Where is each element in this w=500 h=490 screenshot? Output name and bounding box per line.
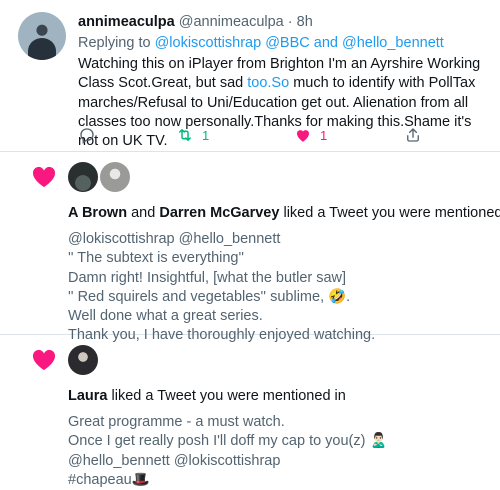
like-button[interactable]: 1 bbox=[294, 126, 327, 144]
like-icon bbox=[294, 126, 312, 144]
notification-action: liked a Tweet you were mentioned in bbox=[283, 205, 500, 221]
avatar[interactable] bbox=[68, 345, 98, 375]
retweet-count: 1 bbox=[202, 127, 210, 143]
mention-link[interactable]: @lokiscottishrap bbox=[155, 35, 262, 51]
like-count: 1 bbox=[320, 127, 328, 143]
notification-summary: Laura liked a Tweet you were mentioned i… bbox=[68, 388, 346, 404]
tweet-time[interactable]: 8h bbox=[297, 14, 313, 30]
heart-icon bbox=[32, 166, 56, 187]
mention-link[interactable]: @hello_bennett bbox=[342, 35, 444, 51]
text-line: Once I get really posh I'll doff my cap … bbox=[68, 433, 388, 450]
reply-icon bbox=[78, 126, 96, 144]
tweet-inline-link[interactable]: too.So bbox=[247, 75, 289, 91]
user-name[interactable]: Laura bbox=[68, 388, 108, 404]
tweet-header: annimeaculpa @annimeaculpa · 8h bbox=[78, 14, 313, 30]
author-name[interactable]: annimeaculpa bbox=[78, 14, 175, 30]
retweet-icon bbox=[176, 126, 194, 144]
text-line: '' The subtext is everything'' bbox=[68, 250, 245, 267]
text-line: @lokiscottishrap @hello_bennett bbox=[68, 231, 281, 247]
text-line: '' Red squirels and vegetables'' sublime… bbox=[68, 288, 351, 305]
replying-prefix: Replying to bbox=[78, 35, 151, 51]
reply-button[interactable] bbox=[78, 126, 96, 144]
share-button[interactable] bbox=[404, 126, 422, 144]
like-notification[interactable]: Laura liked a Tweet you were mentioned i… bbox=[0, 335, 500, 490]
author-handle[interactable]: @annimeaculpa bbox=[179, 14, 284, 30]
user-name[interactable]: Darren McGarvey bbox=[159, 205, 279, 221]
quoted-tweet-text[interactable]: Great programme - a must watch. Once I g… bbox=[68, 413, 488, 490]
quoted-tweet-text[interactable]: @lokiscottishrap @hello_bennett '' The s… bbox=[68, 230, 488, 346]
joiner: and bbox=[131, 205, 156, 221]
author-avatar[interactable] bbox=[18, 12, 66, 60]
share-icon bbox=[404, 126, 422, 144]
like-notification[interactable]: A Brown and Darren McGarvey liked a Twee… bbox=[0, 152, 500, 343]
tweet-actions: 1 1 bbox=[78, 126, 488, 146]
replying-to: Replying to @lokiscottishrap @BBC and @h… bbox=[78, 35, 444, 51]
notification-summary: A Brown and Darren McGarvey liked a Twee… bbox=[68, 205, 500, 221]
text-line: Great programme - a must watch. bbox=[68, 414, 285, 430]
heart-icon bbox=[32, 349, 56, 370]
text-line: Damn right! Insightful, [what the butler… bbox=[68, 269, 347, 286]
tweet[interactable]: annimeaculpa @annimeaculpa · 8h Replying… bbox=[0, 0, 500, 152]
text-line: #chapeau🎩 bbox=[68, 471, 150, 488]
reply-and: and bbox=[313, 35, 338, 51]
avatar[interactable] bbox=[100, 162, 130, 192]
notification-action: liked a Tweet you were mentioned in bbox=[111, 388, 346, 404]
mention-link[interactable]: @BBC bbox=[265, 35, 310, 51]
retweet-button[interactable]: 1 bbox=[176, 126, 209, 144]
text-line: Well done what a great series. bbox=[68, 308, 263, 325]
separator: · bbox=[287, 14, 293, 30]
avatar[interactable] bbox=[68, 162, 98, 192]
user-name[interactable]: A Brown bbox=[68, 205, 127, 221]
text-line: @hello_bennett @lokiscottishrap bbox=[68, 452, 281, 469]
